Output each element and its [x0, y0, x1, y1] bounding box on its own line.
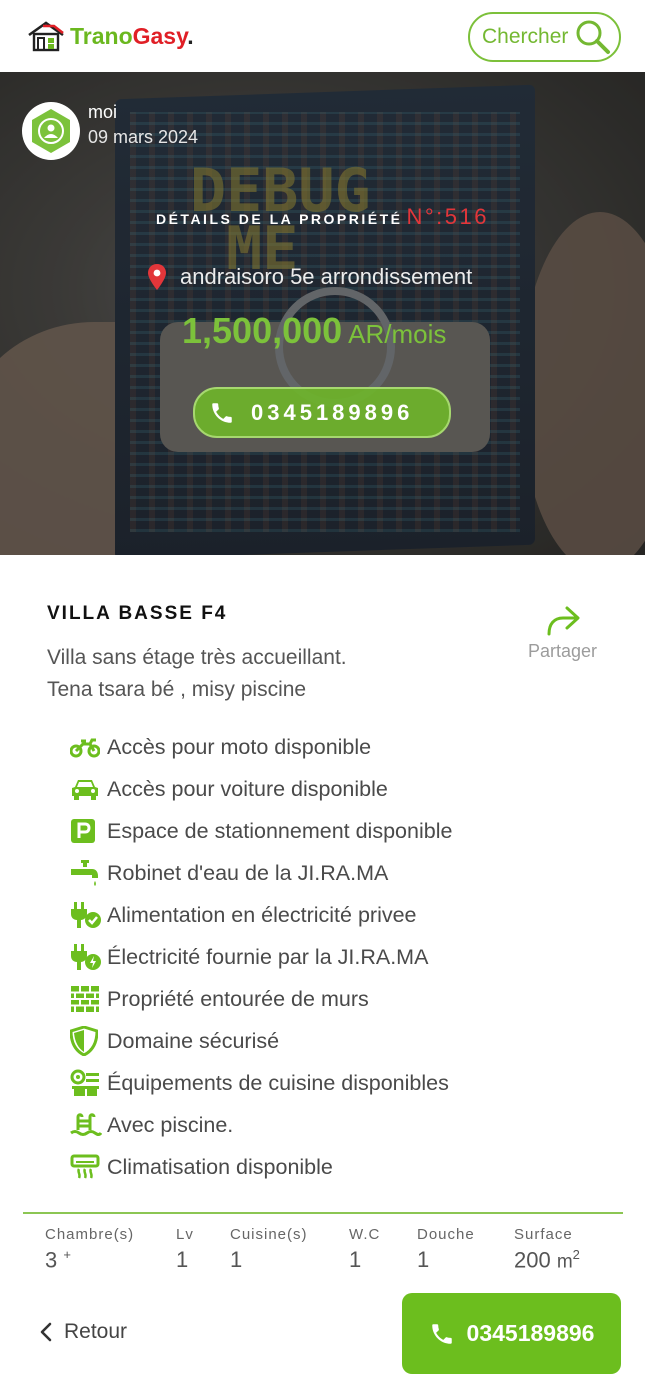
- property-address: andraisoro 5e arrondissement: [148, 264, 472, 290]
- feature-label: Électricité fournie par la JI.RA.MA: [107, 944, 429, 969]
- feature-label: Domaine sécurisé: [107, 1028, 280, 1053]
- map-pin-icon: [148, 264, 166, 290]
- car-icon: [70, 774, 102, 804]
- search-button[interactable]: Chercher: [468, 12, 621, 62]
- back-label: Retour: [64, 1320, 128, 1343]
- specs-divider: [23, 1212, 623, 1214]
- property-price: 1,500,000 AR/mois: [182, 310, 446, 352]
- post-date: 09 mars 2024: [88, 127, 199, 147]
- search-icon: [576, 20, 611, 54]
- phone-icon: [212, 402, 232, 423]
- spec-value: 1: [176, 1247, 189, 1272]
- list-item: Accès pour voiture disponible: [70, 768, 452, 810]
- spec-label: Lv: [176, 1226, 194, 1243]
- spec-douche: Douche 1: [417, 1226, 475, 1273]
- feature-label: Accès pour voiture disponible: [107, 776, 388, 801]
- shield-icon: [70, 1026, 102, 1056]
- parking-icon: [70, 816, 102, 846]
- property-details-heading: DÉTAILS DE LA PROPRIÉTÉ N°:516: [0, 204, 645, 230]
- owner-name: moi: [88, 102, 118, 122]
- feature-label: Accès pour moto disponible: [107, 734, 372, 759]
- spec-value: 1: [230, 1247, 243, 1272]
- spec-lv: Lv 1: [176, 1226, 194, 1273]
- list-item: Propriété entourée de murs: [70, 978, 452, 1020]
- property-specs: Chambre(s) 3 + Lv 1 Cuisine(s) 1 W.C 1 D…: [45, 1226, 625, 1276]
- call-button[interactable]: 0345189896: [402, 1293, 621, 1374]
- kitchen-icon: [70, 1068, 102, 1098]
- feature-label: Alimentation en électricité privee: [107, 902, 417, 927]
- brick-wall-icon: [70, 984, 102, 1014]
- hero-phone-number: 0345189896: [251, 399, 414, 425]
- spec-value: 3 +: [45, 1247, 71, 1273]
- motorcycle-icon: [70, 732, 102, 762]
- spec-value: 200 m2: [514, 1247, 580, 1273]
- list-item: Espace de stationnement disponible: [70, 810, 452, 852]
- details-label: DÉTAILS DE LA PROPRIÉTÉ: [155, 211, 403, 227]
- list-item: Électricité fournie par la JI.RA.MA: [70, 936, 452, 978]
- list-item: Avec piscine.: [70, 1104, 452, 1146]
- list-item: Accès pour moto disponible: [70, 726, 452, 768]
- description-line: Tena tsara bé , misy piscine: [47, 678, 307, 701]
- air-conditioner-icon: [70, 1152, 102, 1182]
- share-button[interactable]: Partager: [520, 605, 605, 662]
- pool-icon: [70, 1110, 102, 1140]
- spec-value: 1: [349, 1247, 362, 1272]
- feature-label: Propriété entourée de murs: [107, 986, 369, 1011]
- plug-bolt-icon: [70, 942, 102, 972]
- avatar[interactable]: [22, 102, 80, 160]
- search-label: Chercher: [482, 25, 569, 48]
- spec-label: Cuisine(s): [230, 1226, 308, 1243]
- tranogasy-logo[interactable]: TranoGasy.: [26, 20, 194, 52]
- price-amount: 1,500,000: [182, 310, 343, 351]
- feature-label: Équipements de cuisine disponibles: [107, 1070, 449, 1095]
- share-label: Partager: [527, 641, 598, 661]
- feature-label: Espace de stationnement disponible: [107, 818, 453, 843]
- price-unit: AR/mois: [348, 319, 447, 349]
- spec-cuisine: Cuisine(s) 1: [230, 1226, 308, 1273]
- list-item: Équipements de cuisine disponibles: [70, 1062, 452, 1104]
- house-logo-icon: [28, 21, 64, 52]
- back-button[interactable]: Retour: [40, 1320, 127, 1344]
- share-icon: [547, 606, 579, 636]
- feature-label: Robinet d'eau de la JI.RA.MA: [107, 860, 389, 885]
- spec-label: W.C: [349, 1226, 381, 1243]
- property-hero: DEBUG ME moi 09 mars 2024 DÉTAILS DE LA …: [0, 72, 645, 555]
- chevron-left-icon: [40, 1322, 52, 1342]
- app-header: TranoGasy. Chercher: [0, 0, 645, 72]
- listing-title: VILLA BASSE F4: [47, 603, 228, 624]
- description-line: Villa sans étage très accueillant.: [47, 646, 347, 669]
- list-item: Robinet d'eau de la JI.RA.MA: [70, 852, 452, 894]
- spec-label: Douche: [417, 1226, 475, 1243]
- faucet-icon: [70, 858, 102, 888]
- spec-wc: W.C 1: [349, 1226, 380, 1273]
- list-item: Alimentation en électricité privee: [70, 894, 452, 936]
- user-hex-icon: [32, 109, 70, 153]
- spec-surface: Surface 200 m2: [514, 1226, 580, 1273]
- feature-list: Accès pour moto disponible Accès pour vo…: [70, 726, 452, 1188]
- spec-label: Chambre(s): [45, 1226, 135, 1243]
- call-number: 0345189896: [466, 1320, 595, 1346]
- logo-text: TranoGasy.: [70, 22, 194, 49]
- spec-chambres: Chambre(s) 3 +: [45, 1226, 134, 1273]
- list-item: Climatisation disponible: [70, 1146, 452, 1188]
- feature-label: Climatisation disponible: [107, 1154, 333, 1179]
- plug-check-icon: [70, 900, 102, 930]
- listing-description: Villa sans étage très accueillant. Tena …: [47, 642, 347, 706]
- address-text: andraisoro 5e arrondissement: [180, 264, 473, 289]
- phone-icon: [431, 1323, 452, 1344]
- property-number: N°:516: [406, 204, 490, 229]
- list-item: Domaine sécurisé: [70, 1020, 452, 1062]
- spec-value: 1: [417, 1247, 430, 1272]
- owner-info[interactable]: moi 09 mars 2024: [22, 102, 198, 160]
- hero-call-button[interactable]: 0345189896: [193, 387, 451, 438]
- spec-label: Surface: [514, 1226, 573, 1243]
- feature-label: Avec piscine.: [107, 1112, 234, 1137]
